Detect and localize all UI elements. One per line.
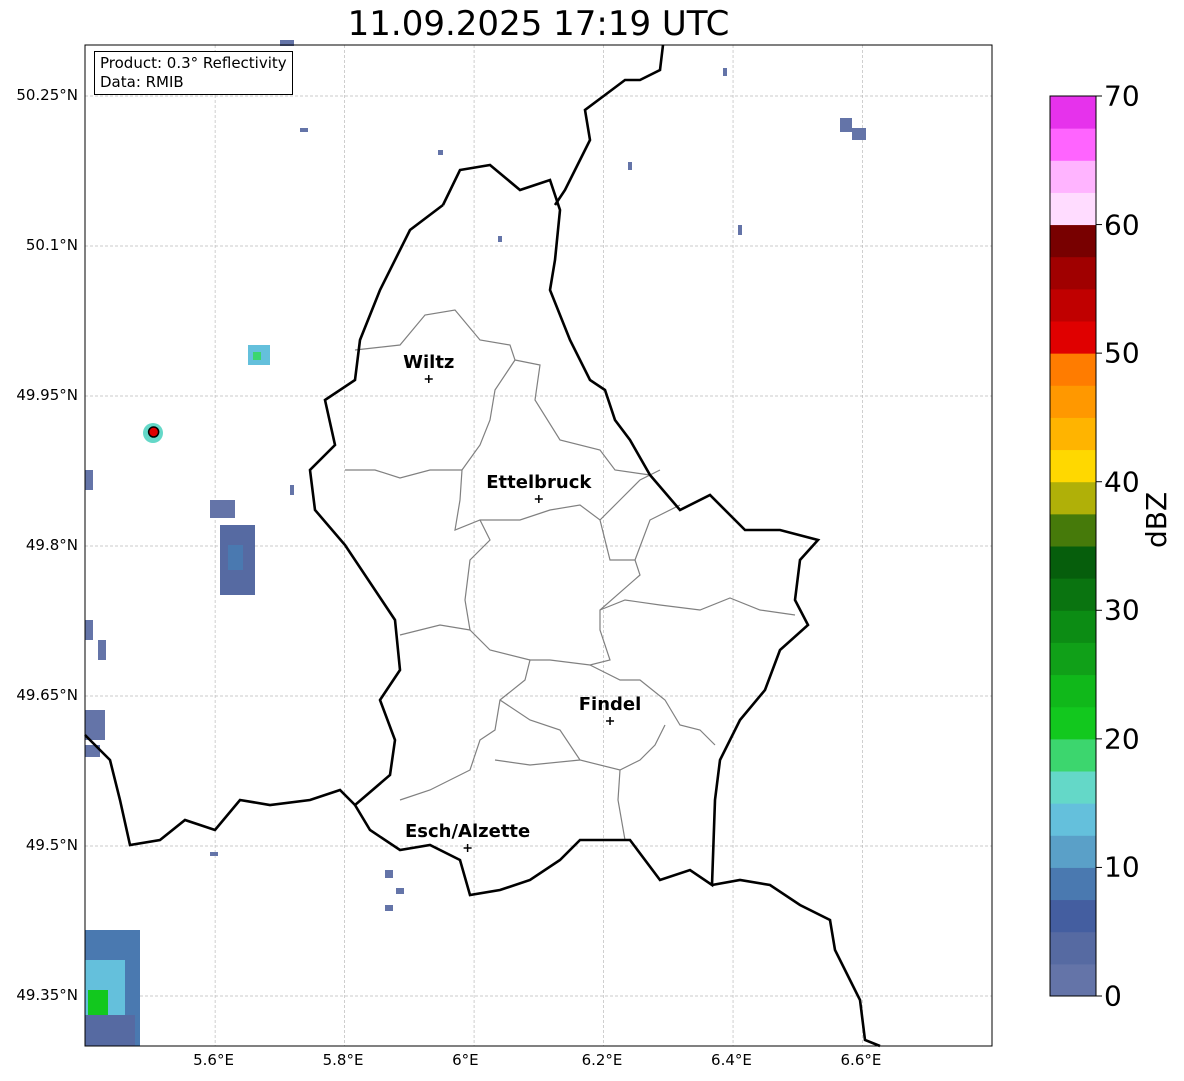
lat-tick-label: 50.25°N bbox=[16, 86, 78, 104]
colorbar-bin bbox=[1050, 642, 1096, 676]
colorbar-bin bbox=[1050, 385, 1096, 418]
data-source-label: Data: RMIB bbox=[100, 73, 184, 91]
lon-tick-label: 5.8°E bbox=[322, 1051, 364, 1069]
colorbar-bin bbox=[1050, 674, 1096, 708]
colorbar-tick-label: 60 bbox=[1104, 208, 1140, 242]
colorbar-bin bbox=[1050, 578, 1096, 611]
lon-tick-label: 6.2°E bbox=[581, 1051, 623, 1069]
colorbar-bin bbox=[1050, 610, 1096, 643]
city-label: Ettelbruck bbox=[486, 472, 592, 493]
colorbar-tick-label: 10 bbox=[1104, 850, 1140, 884]
colorbar-bin bbox=[1050, 224, 1096, 258]
colorbar-tick-label: 40 bbox=[1104, 465, 1140, 499]
lon-tick-label: 6.6°E bbox=[840, 1051, 882, 1069]
colorbar-bin bbox=[1050, 160, 1096, 193]
colorbar-bin bbox=[1050, 192, 1096, 226]
colorbar-bin bbox=[1050, 963, 1096, 997]
radar-site-marker bbox=[147, 426, 160, 438]
colorbar-label: dBZ bbox=[1140, 491, 1173, 548]
lon-tick-label: 6.4°E bbox=[711, 1051, 752, 1069]
colorbar-tick-label: 30 bbox=[1104, 593, 1140, 627]
colorbar-bin bbox=[1050, 899, 1096, 933]
colorbar-bin bbox=[1050, 321, 1096, 354]
lon-tick-label: 6°E bbox=[452, 1051, 479, 1069]
colorbar-bin bbox=[1050, 867, 1096, 901]
colorbar-bin bbox=[1050, 513, 1096, 547]
info-box: Product: 0.3° Reflectivity Data: RMIB bbox=[94, 51, 293, 95]
lat-tick-label: 49.65°N bbox=[16, 686, 78, 704]
lat-tick-label: 49.95°N bbox=[16, 386, 78, 404]
canton-borders bbox=[345, 309, 796, 841]
lat-tick-label: 50.1°N bbox=[25, 236, 78, 254]
city-label: Esch/Alzette bbox=[404, 821, 531, 842]
colorbar-bin bbox=[1050, 803, 1096, 836]
colorbar-bin bbox=[1050, 449, 1096, 483]
city-label: Findel bbox=[578, 694, 642, 715]
colorbar-bin bbox=[1050, 738, 1096, 772]
colorbar-bin bbox=[1050, 417, 1096, 451]
colorbar-bin bbox=[1050, 771, 1096, 804]
lat-tick-label: 49.8°N bbox=[25, 536, 78, 554]
colorbar-bin bbox=[1050, 546, 1096, 579]
city-label: Wiltz bbox=[403, 352, 455, 373]
colorbar-tick-label: 0 bbox=[1104, 979, 1122, 1013]
colorbar bbox=[1049, 95, 1102, 997]
colorbar-bin bbox=[1050, 128, 1096, 161]
colorbar-bin bbox=[1050, 931, 1096, 965]
colorbar-bin bbox=[1050, 481, 1096, 515]
colorbar-bin bbox=[1050, 256, 1096, 290]
colorbar-bin bbox=[1050, 96, 1096, 129]
product-label: Product: 0.3° Reflectivity bbox=[100, 54, 287, 72]
colorbar-bin bbox=[1050, 835, 1096, 868]
colorbar-bin bbox=[1050, 353, 1096, 386]
colorbar-tick-label: 20 bbox=[1104, 722, 1140, 756]
lon-tick-label: 5.6°E bbox=[193, 1051, 234, 1069]
colorbar-bin bbox=[1050, 706, 1096, 740]
colorbar-tick-label: 50 bbox=[1104, 336, 1140, 370]
radar-map bbox=[84, 40, 1102, 1048]
colorbar-bin bbox=[1050, 288, 1096, 322]
lat-tick-label: 49.5°N bbox=[25, 836, 78, 854]
lat-tick-label: 49.35°N bbox=[16, 986, 78, 1004]
country-borders bbox=[84, 44, 881, 1048]
colorbar-tick-label: 70 bbox=[1104, 79, 1140, 113]
